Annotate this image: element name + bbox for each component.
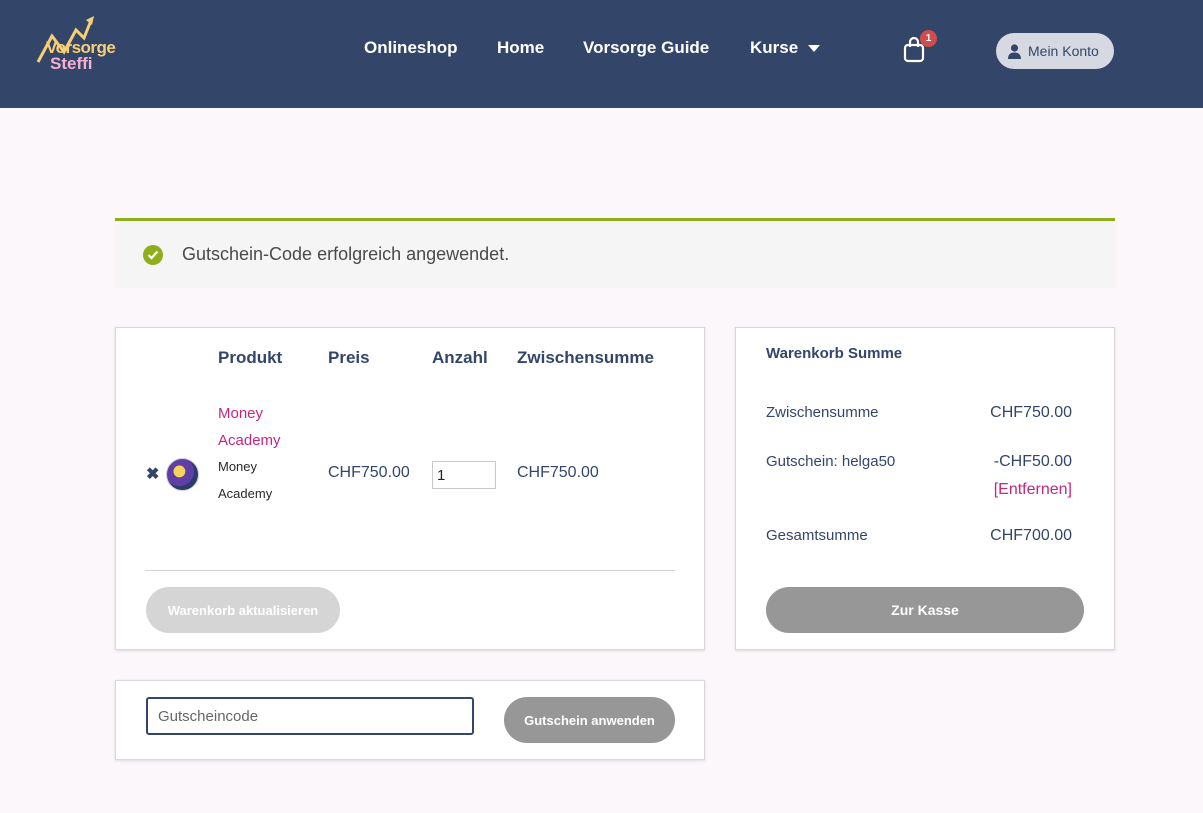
product-subtotal: CHF750.00: [517, 464, 599, 481]
subtotal-label: Zwischensumme: [766, 404, 879, 421]
remove-coupon-link[interactable]: [Entfernen]: [994, 481, 1072, 499]
column-header-subtotal: Zwischensumme: [517, 348, 654, 367]
site-header: Vorsorge Steffi Onlineshop Home Vorsorge…: [0, 0, 1203, 108]
product-thumbnail[interactable]: [166, 458, 199, 491]
chevron-down-icon: [808, 45, 821, 53]
coupon-label: Gutschein: helga50: [766, 453, 896, 470]
coupon-form: Gutschein anwenden: [115, 680, 705, 760]
cart-table: Produkt Preis Anzahl Zwischensumme ✖ Mon…: [115, 327, 705, 650]
cart-button[interactable]: 1: [902, 30, 937, 66]
logo-text-steffi: Steffi: [50, 54, 93, 73]
product-variant: Money Academy: [218, 459, 273, 501]
coupon-value: -CHF50.00: [993, 453, 1072, 470]
totals-title: Warenkorb Summe: [766, 345, 903, 362]
subtotal-value: CHF750.00: [990, 404, 1072, 421]
total-value: CHF700.00: [990, 527, 1072, 544]
apply-coupon-button[interactable]: Gutschein anwenden: [504, 697, 675, 743]
success-notice: Gutschein-Code erfolgreich angewendet.: [115, 218, 1115, 288]
checkout-button[interactable]: Zur Kasse: [766, 587, 1084, 633]
column-header-price: Preis: [328, 348, 370, 367]
notice-text: Gutschein-Code erfolgreich angewendet.: [182, 244, 510, 264]
site-logo[interactable]: Vorsorge Steffi: [34, 16, 134, 76]
nav-item-home[interactable]: Home: [497, 38, 544, 58]
account-button[interactable]: Mein Konto: [996, 33, 1114, 69]
update-cart-button[interactable]: Warenkorb aktualisieren: [146, 587, 340, 633]
column-header-product: Produkt: [218, 348, 283, 367]
product-name-link[interactable]: Money Academy: [218, 400, 308, 454]
nav-item-onlineshop[interactable]: Onlineshop: [364, 38, 458, 58]
user-icon: [1008, 43, 1021, 59]
nav-item-kurse-label: Kurse: [750, 38, 799, 57]
nav-item-kurse[interactable]: Kurse: [750, 38, 821, 58]
nav-item-vorsorge-guide[interactable]: Vorsorge Guide: [583, 38, 709, 58]
divider: [145, 570, 675, 571]
quantity-input[interactable]: [432, 461, 496, 489]
account-button-label: Mein Konto: [1028, 43, 1099, 59]
cart-totals: Warenkorb Summe Zwischensumme CHF750.00 …: [735, 327, 1115, 650]
cart-count-badge: 1: [920, 30, 937, 47]
remove-item-icon[interactable]: ✖: [146, 464, 159, 484]
coupon-input[interactable]: [146, 697, 474, 735]
total-label: Gesamtsumme: [766, 527, 868, 544]
product-price: CHF750.00: [328, 464, 410, 481]
column-header-quantity: Anzahl: [432, 348, 488, 367]
check-circle-icon: [143, 244, 163, 265]
